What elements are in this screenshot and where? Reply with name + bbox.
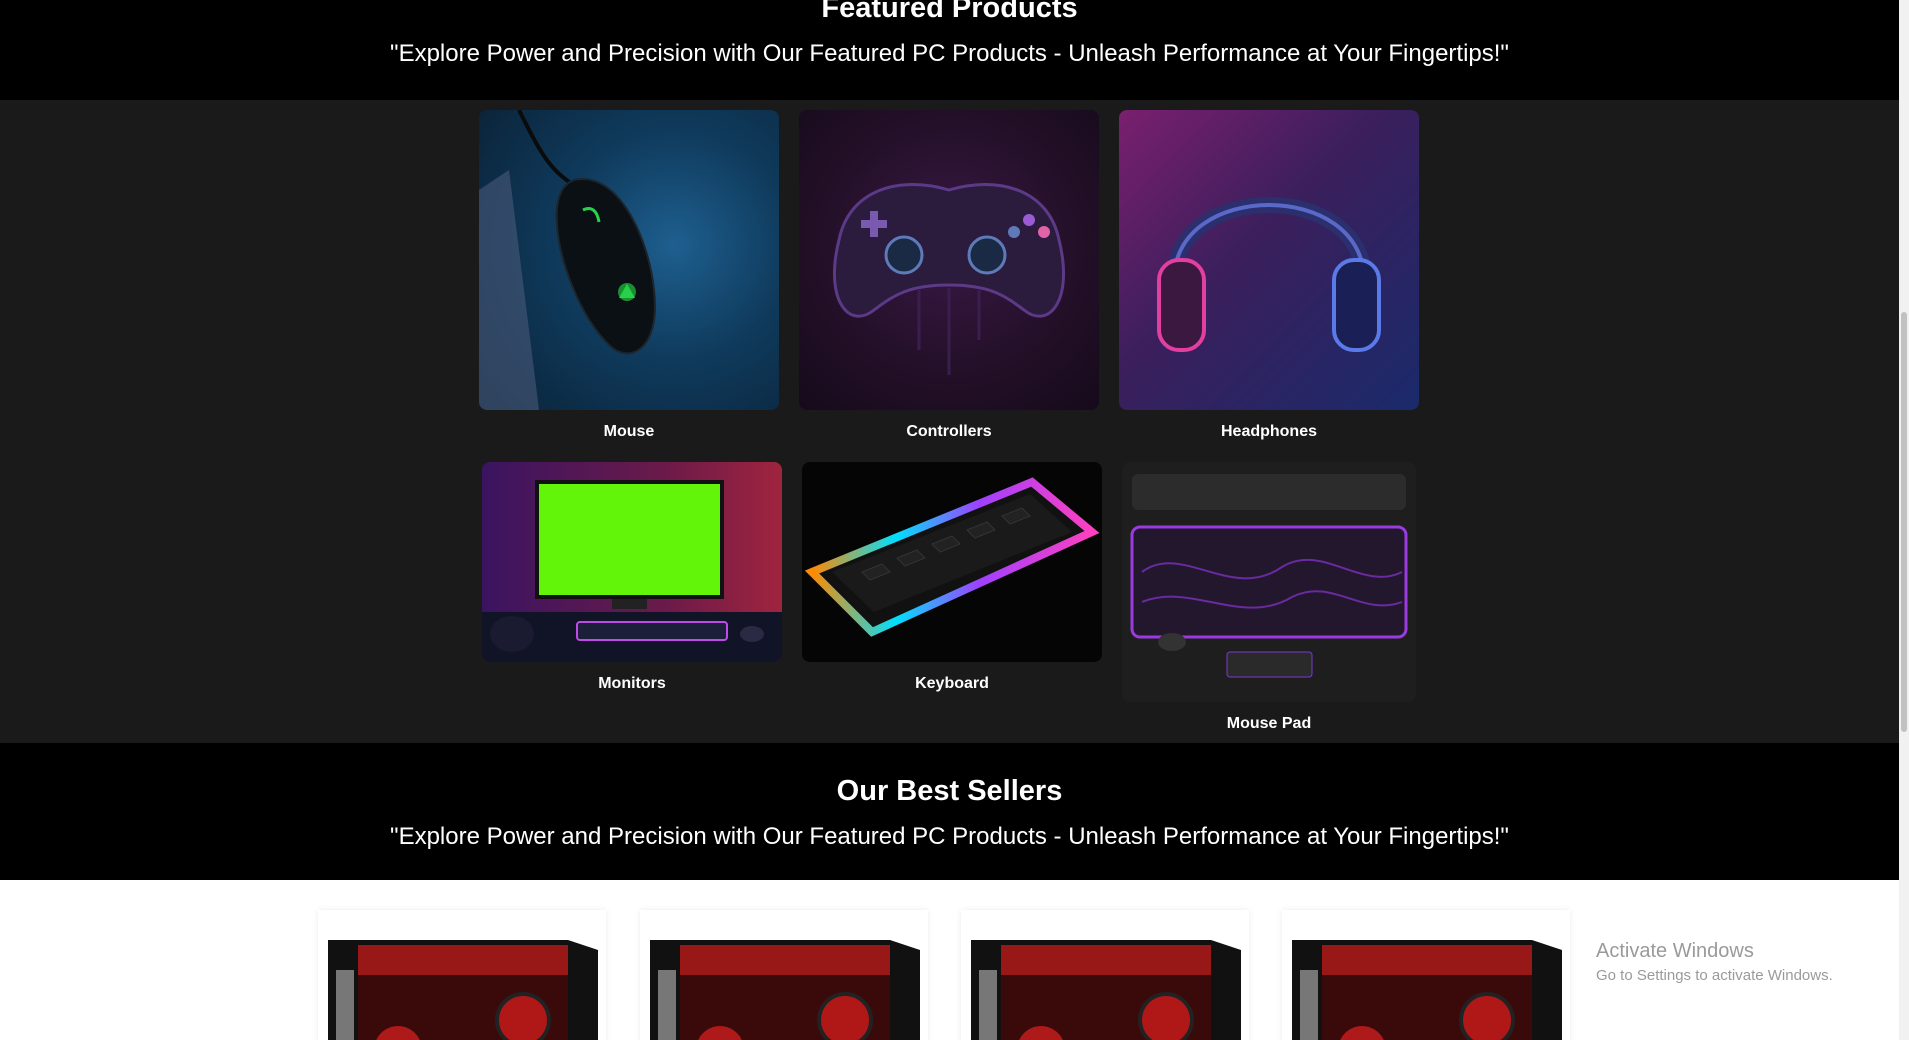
product-label: Mouse <box>603 423 655 440</box>
page-scrollbar[interactable] <box>1899 0 1909 1040</box>
scrollbar-thumb[interactable] <box>1901 312 1907 732</box>
best-sellers-title: Our Best Sellers <box>836 775 1063 807</box>
monitor-image[interactable] <box>482 462 782 662</box>
game-controller-image[interactable] <box>799 110 1099 410</box>
featured-subtitle: "Explore Power and Precision with Our Fe… <box>390 40 1509 67</box>
product-label: Headphones <box>1220 423 1317 440</box>
best-seller-card[interactable] <box>640 910 928 1040</box>
product-card-mouse-pad[interactable]: Mouse Pad <box>1122 462 1416 733</box>
pc-case-image[interactable] <box>318 910 606 1040</box>
headphones-image[interactable] <box>1119 110 1419 410</box>
gaming-mouse-image[interactable] <box>479 110 779 410</box>
featured-title: Featured Products <box>821 0 1078 24</box>
product-label: Controllers <box>906 423 992 440</box>
featured-header: Featured Products "Explore Power and Pre… <box>0 0 1899 100</box>
activate-windows-title: Activate Windows <box>1596 940 1754 962</box>
mouse-pad-image[interactable] <box>1122 462 1416 702</box>
product-card-monitors[interactable]: Monitors <box>482 462 782 693</box>
best-sellers-subtitle: "Explore Power and Precision with Our Fe… <box>390 823 1509 850</box>
product-card-controllers[interactable]: Controllers <box>799 110 1099 441</box>
keyboard-image[interactable] <box>802 462 1102 662</box>
product-card-headphones[interactable]: Headphones <box>1119 110 1419 441</box>
product-label: Monitors <box>598 675 666 692</box>
page: Featured Products "Explore Power and Pre… <box>0 0 1909 1040</box>
best-seller-card[interactable] <box>318 910 606 1040</box>
best-seller-card[interactable] <box>961 910 1249 1040</box>
product-label: Keyboard <box>915 675 989 692</box>
page-content: Featured Products "Explore Power and Pre… <box>0 0 1899 1040</box>
best-sellers-header: Our Best Sellers "Explore Power and Prec… <box>0 743 1899 880</box>
product-card-mouse[interactable]: Mouse <box>479 110 779 441</box>
activate-windows-watermark: Activate Windows Go to Settings to activ… <box>1596 940 1833 984</box>
pc-case-image[interactable] <box>640 910 928 1040</box>
pc-case-image[interactable] <box>961 910 1249 1040</box>
featured-grid: Mouse Controllers Headphones Monitors Ke… <box>0 100 1899 743</box>
product-label: Mouse Pad <box>1226 715 1312 732</box>
product-card-keyboard[interactable]: Keyboard <box>802 462 1102 693</box>
pc-case-image[interactable] <box>1282 910 1570 1040</box>
activate-windows-hint: Go to Settings to activate Windows. <box>1596 967 1833 984</box>
best-seller-card[interactable] <box>1282 910 1570 1040</box>
